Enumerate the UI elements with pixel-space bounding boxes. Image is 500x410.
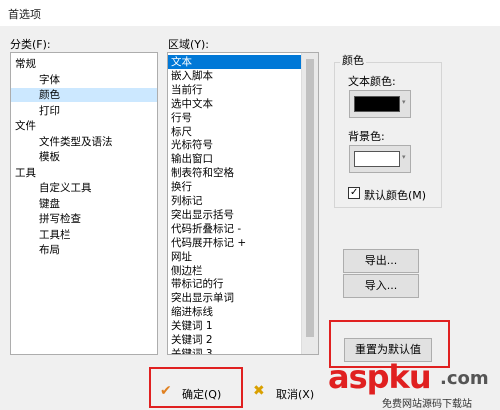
export-button[interactable]: 导出... bbox=[343, 249, 419, 273]
category-item[interactable]: 模板 bbox=[11, 150, 157, 164]
region-item[interactable]: 关键词 3 bbox=[168, 347, 301, 354]
category-label: 分类(F): bbox=[10, 38, 51, 51]
text-color-picker[interactable]: ▾ bbox=[349, 90, 411, 118]
dropdown-arrow-icon: ▾ bbox=[402, 153, 406, 161]
region-label: 区域(Y): bbox=[168, 38, 210, 51]
region-item[interactable]: 列标记 bbox=[168, 194, 301, 208]
region-item[interactable]: 选中文本 bbox=[168, 97, 301, 111]
region-item[interactable]: 光标符号 bbox=[168, 138, 301, 152]
bg-color-swatch bbox=[354, 151, 400, 167]
window-title: 首选项 bbox=[8, 8, 41, 21]
region-item[interactable]: 行号 bbox=[168, 111, 301, 125]
region-item[interactable]: 换行 bbox=[168, 180, 301, 194]
bg-color-picker[interactable]: ▾ bbox=[349, 145, 411, 173]
category-item[interactable]: 工具 bbox=[11, 166, 157, 180]
region-item[interactable]: 文本 bbox=[168, 55, 301, 69]
watermark-brand: aspku bbox=[328, 358, 432, 396]
region-item[interactable]: 标尺 bbox=[168, 125, 301, 139]
region-item[interactable]: 输出窗口 bbox=[168, 152, 301, 166]
ok-highlight-box bbox=[149, 367, 243, 408]
cancel-x-icon: ✖ bbox=[253, 383, 265, 399]
region-item[interactable]: 突出显示括号 bbox=[168, 208, 301, 222]
color-group-title: 颜色 bbox=[340, 52, 366, 68]
category-item[interactable]: 工具栏 bbox=[11, 228, 157, 242]
region-item[interactable]: 当前行 bbox=[168, 83, 301, 97]
category-item[interactable]: 键盘 bbox=[11, 197, 157, 211]
category-item[interactable]: 拼写检查 bbox=[11, 212, 157, 226]
category-item[interactable]: 常规 bbox=[11, 57, 157, 71]
category-item[interactable]: 文件类型及语法 bbox=[11, 135, 157, 149]
region-item[interactable]: 网址 bbox=[168, 250, 301, 264]
cancel-label: 取消(X) bbox=[276, 388, 315, 401]
title-bar: 首选项 bbox=[0, 0, 500, 26]
region-list[interactable]: 文本 嵌入脚本 当前行 选中文本 行号 标尺 光标符号 输出窗口 制表符和空格 换行 列标记 突出显示… bbox=[167, 52, 319, 355]
region-item[interactable]: 关键词 2 bbox=[168, 333, 301, 347]
category-item[interactable]: 打印 bbox=[11, 104, 157, 118]
category-item[interactable]: 自定义工具 bbox=[11, 181, 157, 195]
default-color-label: 默认颜色(M) bbox=[364, 189, 427, 202]
region-item[interactable]: 代码展开标记 + bbox=[168, 236, 301, 250]
watermark-tagline: 免费网站源码下载站 bbox=[382, 399, 472, 410]
region-item[interactable]: 嵌入脚本 bbox=[168, 69, 301, 83]
default-color-checkbox[interactable]: ✓ bbox=[348, 187, 360, 199]
cancel-button[interactable]: ✖ 取消(X) bbox=[250, 381, 318, 405]
category-item[interactable]: 字体 bbox=[11, 73, 157, 87]
category-tree[interactable]: 常规字体 颜色打印 文件文件类型及语法 模板工具 自定义工具键盘 拼写检查工具栏 布局 bbox=[10, 52, 158, 355]
region-item[interactable]: 带标记的行 bbox=[168, 277, 301, 291]
category-item[interactable]: 文件 bbox=[11, 119, 157, 133]
category-item[interactable]: 布局 bbox=[11, 243, 157, 257]
dropdown-arrow-icon: ▾ bbox=[402, 98, 406, 106]
region-items: 文本 嵌入脚本 当前行 选中文本 行号 标尺 光标符号 输出窗口 制表符和空格 换行 列标记 突出显示… bbox=[168, 53, 301, 354]
region-item[interactable]: 关键词 1 bbox=[168, 319, 301, 333]
region-scrollbar[interactable] bbox=[301, 53, 318, 354]
bg-color-label: 背景色: bbox=[348, 130, 385, 143]
import-button[interactable]: 导入... bbox=[343, 274, 419, 298]
text-color-swatch bbox=[354, 96, 400, 112]
region-item[interactable]: 突出显示单词 bbox=[168, 291, 301, 305]
text-color-label: 文本颜色: bbox=[348, 75, 396, 88]
region-item[interactable]: 缩进标线 bbox=[168, 305, 301, 319]
scrollbar-thumb[interactable] bbox=[306, 59, 314, 337]
region-item[interactable]: 制表符和空格 bbox=[168, 166, 301, 180]
region-item[interactable]: 代码折叠标记 - bbox=[168, 222, 301, 236]
region-item[interactable]: 侧边栏 bbox=[168, 264, 301, 278]
category-item[interactable]: 颜色 bbox=[11, 88, 157, 102]
watermark-tld: .com bbox=[440, 368, 489, 389]
checkmark-icon: ✓ bbox=[350, 187, 359, 198]
